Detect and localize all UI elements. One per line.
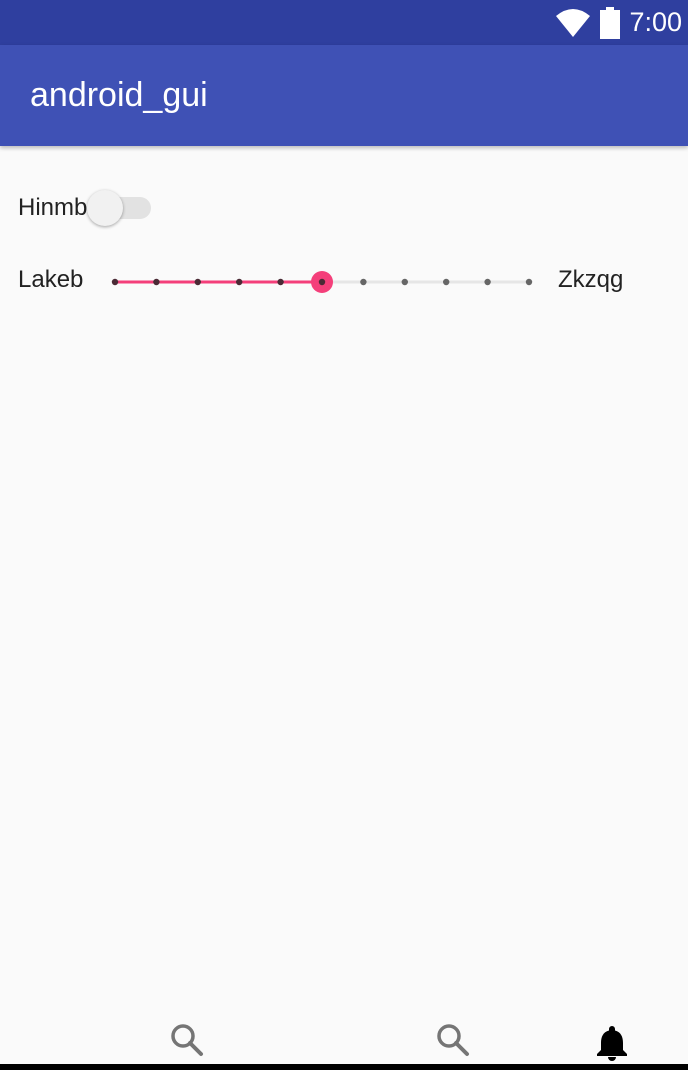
search-icon [437,1024,469,1056]
bell-icon [597,1026,627,1061]
slider-tick-mark [236,278,243,286]
nav-item-search-1[interactable] [168,1022,208,1062]
wifi-icon [556,8,591,37]
slider-tick-mark [360,278,367,286]
slider-tick-mark [194,278,201,286]
nav-item-notifications[interactable] [592,1022,632,1062]
slider-tick-mark [525,278,533,286]
status-bar: 7:00 [0,0,688,45]
status-time: 7:00 [629,7,682,37]
hinmb-switch[interactable] [87,188,153,228]
slider-min-label: Lakeb [18,266,84,293]
main-content: Hinmb Lakeb Zkzqg [0,146,688,1006]
slider-tick-mark [277,278,284,286]
slider-thumb-tick [318,278,326,286]
switch-label: Hinmb [18,194,88,221]
screen-bottom-edge [0,1064,688,1070]
slider-tick-mark [443,278,450,286]
slider-tick-mark [484,278,491,286]
status-icons: 7:00 [555,0,682,45]
slider-tick-mark [153,278,160,286]
app-title: android_gui [30,76,208,114]
discrete-slider[interactable] [105,262,545,302]
switch-thumb[interactable] [87,190,124,226]
battery-icon [600,6,621,39]
slider-row: Lakeb Zkzqg [0,262,688,302]
search-icon [171,1024,203,1056]
slider-max-label: Zkzqg [558,266,624,293]
app-bar: android_gui [0,45,688,146]
slider-tick-mark [111,278,119,286]
switch-row: Hinmb [18,188,153,228]
bottom-navigation [0,1006,688,1064]
slider-tick-mark [401,278,408,286]
nav-item-search-2[interactable] [434,1022,474,1062]
